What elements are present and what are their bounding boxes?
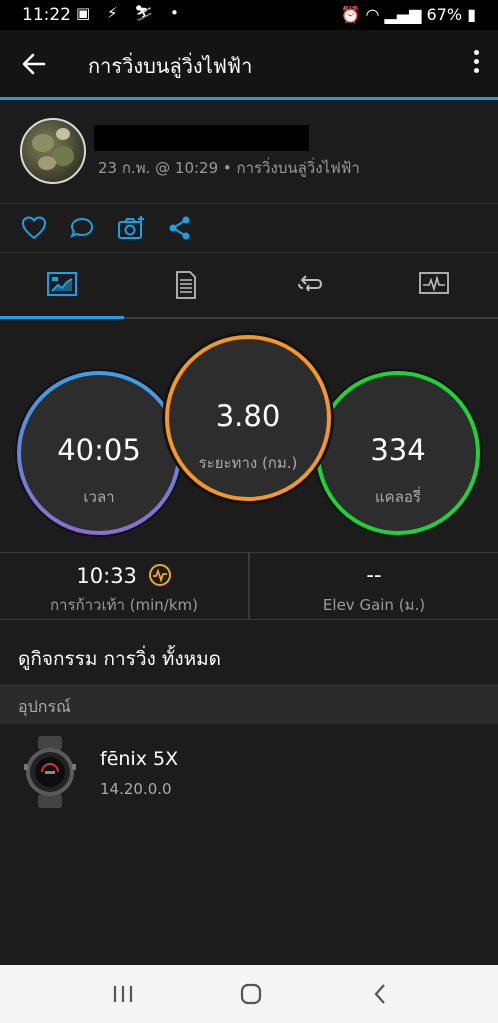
system-navigation-bar <box>0 965 498 1023</box>
redacted-username <box>94 125 309 151</box>
heart-rate-chart-icon <box>419 272 449 294</box>
section-header-label: อุปกรณ์ <box>18 697 71 716</box>
tab-details[interactable] <box>124 253 248 317</box>
signal-icon: ▂▄▆ <box>384 5 422 24</box>
document-icon <box>176 271 196 299</box>
action-bar <box>0 204 498 253</box>
stats-panel: 40:05 เวลา 334 แคลอรี่ 3.80 ระยะทาง (กม.… <box>0 320 498 553</box>
status-right: ⏰ ◠ ▂▄▆ 67% ▮ <box>340 5 476 24</box>
activity-meta: 23 ก.พ. @ 10:29 • การวิ่งบนลู่วิ่งไฟฟ้า <box>98 159 360 177</box>
pace-pulse-icon[interactable] <box>148 563 172 587</box>
pace-label: การก้าวเท้า (min/km) <box>49 596 199 614</box>
overview-chart-icon <box>47 272 77 296</box>
calories-value: 334 <box>370 433 426 467</box>
elev-gain-stat: -- Elev Gain (ม.) <box>250 553 498 619</box>
app-bar: การวิ่งบนลู่วิ่งไฟฟ้า <box>0 30 498 100</box>
time-stat: 40:05 เวลา <box>19 373 179 533</box>
calories-label: แคลอรี่ <box>375 488 421 506</box>
activity-header: 23 ก.พ. @ 10:29 • การวิ่งบนลู่วิ่งไฟฟ้า <box>0 100 498 204</box>
home-icon[interactable] <box>236 981 266 1007</box>
like-icon[interactable] <box>20 214 48 242</box>
device-name: fēnix 5X <box>100 748 179 770</box>
notification-icons: ▣ ⚡ ⛷ • <box>76 4 185 22</box>
elev-label: Elev Gain (ม.) <box>322 596 426 614</box>
status-bar: 11:22 ▣ ⚡ ⛷ • ⏰ ◠ ▂▄▆ 67% ▮ <box>0 0 498 30</box>
share-icon[interactable] <box>166 214 194 242</box>
tab-charts[interactable] <box>372 253 496 317</box>
more-options-icon[interactable] <box>468 50 484 78</box>
time-label: เวลา <box>83 488 115 506</box>
recent-apps-icon[interactable] <box>108 981 138 1007</box>
back-arrow-icon[interactable] <box>18 48 50 80</box>
page-title: การวิ่งบนลู่วิ่งไฟฟ้า <box>88 54 253 78</box>
comment-icon[interactable] <box>68 214 96 242</box>
add-photo-icon[interactable] <box>117 214 145 242</box>
distance-stat: 3.80 ระยะทาง (กม.) <box>167 337 329 499</box>
see-all-activities-link[interactable]: ดูกิจกรรม การวิ่ง ทั้งหมด <box>0 620 498 686</box>
section-header-devices: อุปกรณ์ <box>0 686 498 724</box>
wifi-icon: ◠ <box>365 5 380 24</box>
tab-laps[interactable] <box>248 253 372 317</box>
tab-bar <box>0 253 498 319</box>
secondary-stats: 10:33 การก้าวเท้า (min/km) -- Elev Gain … <box>0 553 498 620</box>
distance-label: ระยะทาง (กม.) <box>198 454 298 472</box>
back-icon[interactable] <box>366 981 396 1007</box>
distance-value: 3.80 <box>215 399 281 433</box>
avatar[interactable] <box>20 118 86 184</box>
device-item[interactable]: fēnix 5X 14.20.0.0 <box>0 724 498 824</box>
battery-percent: 67% <box>426 5 463 24</box>
laps-icon <box>298 275 323 292</box>
time-value: 40:05 <box>57 433 141 467</box>
watch-image <box>24 736 76 808</box>
pace-stat: 10:33 การก้าวเท้า (min/km) <box>0 553 248 619</box>
pace-value-row: 10:33 <box>0 563 248 588</box>
device-version: 14.20.0.0 <box>100 780 172 798</box>
tab-overview[interactable] <box>0 253 124 319</box>
pace-value: 10:33 <box>76 564 137 588</box>
alarm-icon: ⏰ <box>340 5 361 24</box>
see-all-label: ดูกิจกรรม การวิ่ง ทั้งหมด <box>18 648 222 670</box>
status-time: 11:22 <box>22 5 71 25</box>
battery-icon: ▮ <box>467 5 476 24</box>
calories-stat: 334 แคลอรี่ <box>318 373 478 533</box>
elev-value: -- <box>366 563 382 587</box>
